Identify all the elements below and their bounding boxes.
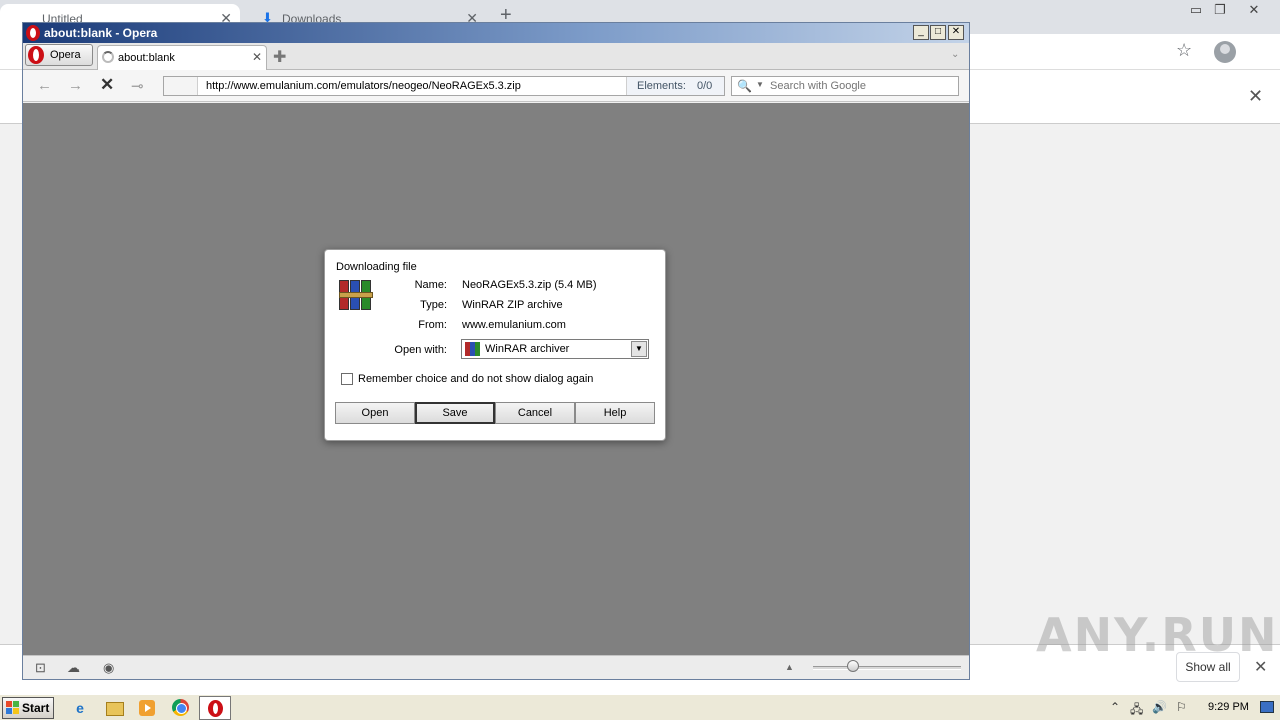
zoom-slider-thumb[interactable] — [847, 660, 859, 672]
folder-icon[interactable] — [104, 698, 124, 718]
save-button[interactable]: Save — [415, 402, 495, 424]
minimize-button[interactable]: _ — [913, 25, 929, 40]
system-tray: ⌃ 🖧 🔊 ⚐ 9:29 PM — [1106, 695, 1280, 720]
chrome-taskbar-button[interactable] — [165, 696, 195, 720]
zoom-slider[interactable] — [813, 666, 961, 670]
tab-label: about:blank — [118, 52, 175, 64]
close-icon[interactable]: ✕ — [1248, 86, 1263, 107]
remember-choice-checkbox[interactable] — [341, 373, 353, 385]
tab-about-blank[interactable]: about:blank ✕ — [97, 45, 267, 70]
cloud-icon[interactable]: ☁ — [67, 660, 80, 676]
stop-icon[interactable]: ✕ — [100, 75, 114, 95]
opera-logo-icon — [26, 25, 40, 41]
tray-expand-icon[interactable]: ⌃ — [1110, 700, 1120, 714]
tab-menu-chevron-icon[interactable]: ⌄ — [951, 49, 959, 60]
start-label: Start — [22, 701, 50, 715]
search-icon: 🔍 — [737, 79, 752, 93]
dialog-title: Downloading file — [336, 261, 417, 273]
tab-bar: Opera about:blank ✕ ✚ ⌄ — [23, 43, 969, 70]
internet-explorer-icon[interactable]: e — [70, 698, 90, 718]
key-icon[interactable]: ⊸ — [131, 77, 144, 95]
winrar-icon — [465, 342, 480, 356]
menu-label: Opera — [50, 49, 81, 61]
opera-taskbar-button[interactable] — [199, 696, 231, 720]
maximize-button[interactable]: □ — [930, 25, 946, 40]
action-center-flag-icon[interactable]: ⚐ — [1176, 700, 1187, 714]
show-desktop-icon[interactable] — [1260, 701, 1274, 713]
volume-icon[interactable]: 🔊 — [1152, 700, 1167, 714]
windows-logo-icon — [6, 701, 20, 715]
open-button[interactable]: Open — [335, 402, 415, 424]
name-value: NeoRAGEx5.3.zip (5.4 MB) — [462, 279, 597, 291]
media-player-icon[interactable] — [137, 698, 157, 718]
view-menu-icon[interactable]: ▲ — [785, 662, 794, 672]
close-tab-icon[interactable]: ✕ — [252, 50, 262, 64]
restore-icon[interactable]: ❐ — [1206, 2, 1234, 18]
chrome-icon — [172, 699, 189, 716]
chevron-down-icon[interactable]: ▼ — [756, 80, 764, 89]
chevron-down-icon[interactable]: ▼ — [631, 341, 647, 357]
panel-toggle-icon[interactable]: ⊡ — [35, 660, 46, 676]
watermark-logo: ANY.RUN — [1036, 608, 1279, 662]
status-bar: ⊡ ☁ ◉ ▲ — [23, 655, 969, 679]
from-value: www.emulanium.com — [462, 319, 566, 331]
from-label: From: — [418, 319, 447, 331]
name-label: Name: — [414, 279, 447, 291]
elements-label: Elements: — [637, 80, 686, 92]
open-with-value: WinRAR archiver — [485, 343, 570, 355]
opera-logo-icon — [28, 46, 44, 64]
close-button[interactable]: ✕ — [948, 25, 964, 40]
close-window-icon[interactable]: ✕ — [1240, 2, 1268, 18]
open-with-label: Open with: — [394, 344, 447, 356]
forward-icon[interactable]: → — [68, 77, 83, 94]
title-bar[interactable]: about:blank - Opera _ □ ✕ — [23, 23, 969, 43]
type-label: Type: — [420, 299, 447, 311]
elements-value: 0/0 — [696, 80, 713, 92]
window-title: about:blank - Opera — [44, 26, 158, 40]
help-button[interactable]: Help — [575, 402, 655, 424]
navigation-bar: ← → ✕ ⊸ http://www.emulanium.com/emulato… — [23, 70, 969, 102]
download-dialog: Downloading file Name: NeoRAGEx5.3.zip (… — [324, 249, 666, 441]
start-button[interactable]: Start — [2, 697, 54, 719]
opera-logo-icon — [208, 700, 223, 717]
type-value: WinRAR ZIP archive — [462, 299, 563, 311]
new-tab-icon[interactable]: ✚ — [273, 47, 286, 67]
address-url[interactable]: http://www.emulanium.com/emulators/neoge… — [206, 80, 521, 92]
bookmark-star-icon[interactable]: ☆ — [1176, 40, 1192, 61]
clock[interactable]: 9:29 PM — [1208, 701, 1249, 713]
remember-choice-label[interactable]: Remember choice and do not show dialog a… — [358, 373, 593, 385]
open-with-select[interactable]: WinRAR archiver ▼ — [461, 339, 649, 359]
search-box[interactable]: 🔍 ▼ — [731, 76, 959, 96]
search-input[interactable] — [770, 79, 954, 93]
turbo-icon[interactable]: ◉ — [103, 660, 114, 676]
cancel-button[interactable]: Cancel — [495, 402, 575, 424]
opera-menu-button[interactable]: Opera — [25, 44, 93, 66]
back-icon[interactable]: ← — [37, 77, 52, 94]
site-info-icon[interactable] — [164, 77, 198, 95]
elements-counter: Elements: 0/0 — [626, 77, 724, 95]
taskbar: Start e ⌃ 🖧 🔊 ⚐ 9:29 PM — [0, 694, 1280, 720]
loading-spinner-icon — [102, 51, 114, 63]
profile-avatar-icon[interactable] — [1214, 41, 1236, 63]
address-bar[interactable]: http://www.emulanium.com/emulators/neoge… — [163, 76, 725, 96]
network-icon[interactable]: 🖧 — [1130, 700, 1143, 720]
